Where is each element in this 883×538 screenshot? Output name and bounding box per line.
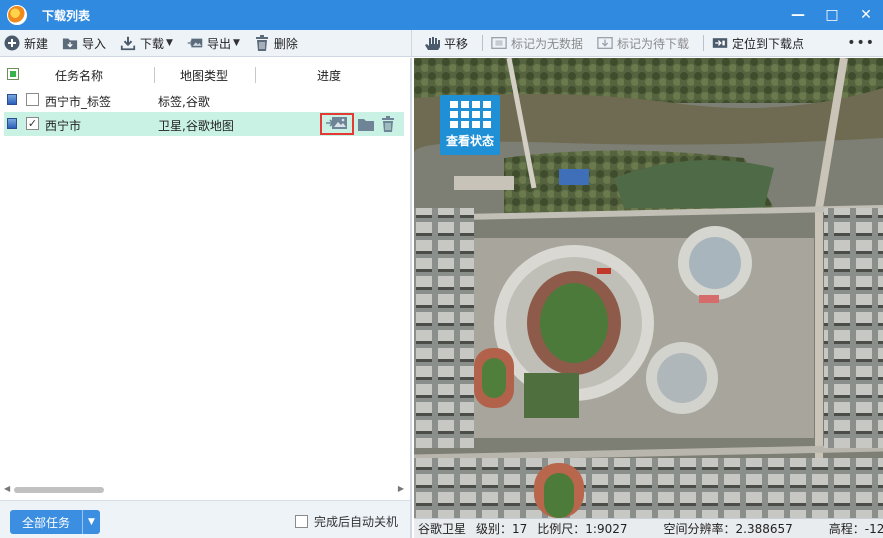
scroll-right-icon[interactable]: ▶ [398, 484, 404, 493]
view-status-label: 查看状态 [445, 134, 494, 148]
import-label: 导入 [82, 36, 107, 51]
auto-shutdown-option[interactable]: 完成后自动关机 [295, 513, 398, 530]
trash-icon [254, 35, 270, 51]
download-dropdown-icon[interactable]: ▼ [166, 38, 173, 48]
task-name: 西宁市_标签 [45, 95, 112, 109]
close-button[interactable]: ✕ [849, 0, 883, 30]
task-name: 西宁市 [45, 119, 82, 133]
mark-nodata-label: 标记为无数据 [511, 36, 584, 51]
trash-icon[interactable] [378, 115, 398, 133]
task-color-marker [7, 118, 17, 129]
auto-shutdown-checkbox[interactable] [295, 515, 308, 528]
task-checkbox[interactable] [26, 93, 39, 106]
select-all-checkbox[interactable] [7, 68, 19, 80]
task-row[interactable]: ✓ 西宁市 卫星,谷歌地图 [4, 112, 404, 136]
window-title: 下载列表 [42, 8, 91, 23]
export-label: 导出 [206, 36, 231, 51]
export-image-icon [325, 115, 349, 134]
open-folder-icon[interactable] [356, 115, 376, 133]
mark-nodata-icon [491, 35, 507, 51]
mark-pending-icon [597, 35, 613, 51]
export-button[interactable]: 导出 ▼ [183, 32, 244, 54]
task-map-type: 标签,谷歌 [158, 95, 210, 109]
task-list-panel: 任务名称 地图类型 进度 西宁市_标签 标签,谷歌 ✓ 西宁市 卫星,谷歌地图 [0, 58, 412, 538]
plus-circle-icon [4, 35, 20, 51]
app-logo-icon [7, 5, 27, 25]
export-task-button[interactable] [320, 113, 354, 135]
task-checkbox[interactable]: ✓ [26, 117, 39, 130]
hand-pan-icon [424, 35, 440, 51]
chevron-down-icon[interactable]: ▼ [82, 510, 100, 534]
horizontal-scrollbar[interactable]: ◀ ▶ [4, 484, 404, 496]
auto-shutdown-label: 完成后自动关机 [314, 515, 399, 529]
mark-pending-label: 标记为待下载 [617, 36, 690, 51]
all-tasks-label: 全部任务 [21, 515, 70, 530]
grid-icon [449, 101, 491, 128]
header-divider [255, 67, 256, 83]
header-map-type: 地图类型 [180, 69, 229, 83]
map-toolbar: 平移 标记为无数据 标记为待下载 定位到下载点 ••• [412, 30, 883, 57]
download-icon [120, 35, 136, 51]
title-bar: 下载列表 — □ ✕ [0, 0, 883, 30]
export-image-icon [187, 35, 203, 51]
map-view[interactable]: 查看状态 [414, 58, 883, 518]
scroll-left-icon[interactable]: ◀ [4, 484, 10, 493]
toolbar-divider [703, 35, 705, 51]
more-menu-icon[interactable]: ••• [847, 35, 875, 51]
download-button[interactable]: 下载 ▼ [116, 32, 177, 54]
toolbar-divider [482, 35, 484, 51]
mark-pending-button[interactable]: 标记为待下载 [593, 32, 693, 54]
task-map-type: 卫星,谷歌地图 [158, 119, 234, 133]
header-task-name: 任务名称 [55, 69, 104, 83]
task-actions [320, 113, 398, 135]
pan-button[interactable]: 平移 [420, 32, 472, 54]
scrollbar-thumb[interactable] [14, 487, 104, 493]
locate-icon [712, 35, 728, 51]
export-dropdown-icon[interactable]: ▼ [233, 38, 240, 48]
window-controls: — □ ✕ [781, 0, 883, 30]
header-progress: 进度 [317, 69, 342, 83]
zoom-level: 级别：17 [476, 522, 528, 536]
import-folder-icon [62, 35, 78, 51]
toolbar: 新建 导入 下载 ▼ 导出 ▼ 删除 平移 标记为无数据 标记为待下载 定位到下… [0, 29, 883, 57]
pan-label: 平移 [444, 36, 469, 51]
spatial-resolution: 空间分辨率：2.388657 [663, 522, 793, 536]
new-label: 新建 [24, 36, 49, 51]
task-color-marker [7, 94, 17, 105]
task-list-footer: 全部任务 ▼ 完成后自动关机 [0, 500, 410, 538]
map-status-bar: 谷歌卫星 级别：17 比例尺：1:9027 空间分辨率：2.388657 高程：… [414, 518, 883, 538]
import-button[interactable]: 导入 [58, 32, 110, 54]
view-status-button[interactable]: 查看状态 [440, 95, 500, 155]
locate-download-button[interactable]: 定位到下载点 [708, 32, 808, 54]
task-list-header: 任务名称 地图类型 进度 [0, 58, 410, 90]
all-tasks-dropdown[interactable]: 全部任务 ▼ [10, 510, 100, 534]
delete-label: 删除 [273, 36, 298, 51]
delete-button[interactable]: 删除 [250, 32, 302, 54]
download-label: 下载 [140, 36, 165, 51]
minimize-button[interactable]: — [781, 0, 815, 30]
task-row[interactable]: 西宁市_标签 标签,谷歌 [4, 88, 404, 112]
maximize-button[interactable]: □ [815, 0, 849, 30]
header-divider [154, 67, 155, 83]
locate-label: 定位到下载点 [732, 36, 805, 51]
new-button[interactable]: 新建 [0, 32, 52, 54]
map-scale: 比例尺：1:9027 [537, 522, 628, 536]
mark-nodata-button[interactable]: 标记为无数据 [487, 32, 587, 54]
elevation: 高程：-12 [828, 522, 883, 536]
map-source: 谷歌卫星 [418, 522, 467, 536]
task-toolbar: 新建 导入 下载 ▼ 导出 ▼ 删除 [0, 29, 412, 57]
